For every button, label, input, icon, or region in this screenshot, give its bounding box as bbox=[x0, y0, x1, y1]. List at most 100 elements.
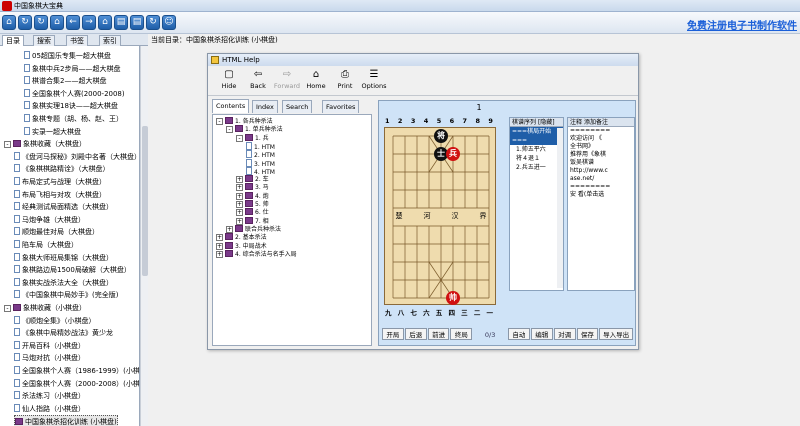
refresh-icon[interactable]: ↻ bbox=[34, 15, 48, 30]
control-button[interactable]: 保存 bbox=[576, 328, 599, 340]
tree-item[interactable]: 象棋实理18诀——超大棋盘 bbox=[24, 100, 118, 112]
move-item[interactable]: 2.兵五进一 bbox=[510, 163, 563, 172]
move-item[interactable]: 将４退１ bbox=[510, 154, 563, 163]
tree-item[interactable]: 象棋专题（胡、杨、赵、王） bbox=[24, 113, 123, 125]
tree-item[interactable]: 全国象棋个人赛(2000-2008) bbox=[24, 88, 125, 100]
xiangqi-board[interactable]: 楚河汉界 将士兵帅 bbox=[384, 127, 496, 305]
help-icon bbox=[211, 56, 219, 64]
expand-icon[interactable]: + bbox=[236, 209, 243, 217]
tab-bookmarks[interactable]: 书签 bbox=[66, 35, 88, 46]
expand-icon[interactable]: + bbox=[216, 250, 223, 258]
home-icon[interactable]: ⌂ bbox=[50, 15, 64, 30]
move-item[interactable]: 1.帅五平六 bbox=[510, 145, 563, 154]
tree-item[interactable]: 马炮对抗（小棋盘） bbox=[14, 352, 85, 364]
home-button[interactable]: ⌂ Home bbox=[301, 68, 331, 90]
back-button[interactable]: ⇦ Back bbox=[243, 68, 273, 90]
tree-item[interactable]: 棋谱合集2——超大棋盘 bbox=[24, 75, 106, 87]
tab-index[interactable]: Index bbox=[252, 100, 278, 113]
expand-icon[interactable]: + bbox=[216, 242, 223, 250]
tree-folder[interactable]: - 象棋收藏（小棋盘） bbox=[4, 302, 86, 314]
tree-item[interactable]: 杀法练习（小棋盘） bbox=[14, 390, 85, 402]
expand-icon[interactable]: + bbox=[236, 201, 243, 208]
book-icon[interactable]: ▤ bbox=[130, 15, 144, 30]
control-button[interactable]: 前进 bbox=[427, 328, 450, 340]
refresh-icon[interactable]: ↻ bbox=[146, 15, 160, 30]
tree-item[interactable]: 05超国乐专集一超大棋盘 bbox=[24, 50, 111, 62]
red-piece[interactable]: 兵 bbox=[446, 147, 460, 161]
book-icon[interactable]: ▤ bbox=[114, 15, 128, 30]
tree-item[interactable]: 全国象棋个人赛（2000-2008）(小棋盘) bbox=[14, 378, 139, 390]
tree-item[interactable]: 《盘河马探秘》刘殿中名著（大棋盘） bbox=[14, 151, 139, 163]
control-button[interactable]: 后退 bbox=[404, 328, 427, 340]
expand-icon[interactable]: + bbox=[216, 234, 223, 242]
tree-item[interactable]: 《象棋中局精妙战法》黄少龙 bbox=[14, 327, 113, 339]
tree-item[interactable]: 仙人指路（小棋盘） bbox=[14, 403, 85, 415]
page-icon bbox=[14, 290, 20, 299]
expand-icon[interactable]: + bbox=[236, 192, 243, 200]
expand-icon[interactable]: + bbox=[236, 217, 243, 225]
tab-contents[interactable]: Contents bbox=[212, 99, 250, 113]
contents-folder[interactable]: +4. 综合杀法与名手入局 bbox=[216, 249, 297, 259]
tree-item-label: 经典测试局面精选（大棋盘） bbox=[22, 203, 113, 212]
print-button[interactable]: ⎙ Print bbox=[330, 68, 360, 90]
tree-item[interactable]: 陷车局（大棋盘） bbox=[14, 239, 78, 251]
expand-icon[interactable]: + bbox=[236, 184, 243, 192]
add-note-tab[interactable]: 添加备注 bbox=[584, 119, 608, 126]
move-list-scrollbar[interactable] bbox=[557, 128, 563, 288]
control-button[interactable]: 导入导出 bbox=[599, 328, 634, 340]
tree-item[interactable]: 实录一超大棋盘 bbox=[24, 126, 81, 138]
tab-contents[interactable]: 目录 bbox=[2, 35, 24, 46]
control-button[interactable]: 终局 bbox=[450, 328, 473, 340]
black-piece[interactable]: 将 bbox=[434, 129, 448, 143]
expand-icon[interactable]: - bbox=[226, 126, 233, 134]
tree-item[interactable]: 《顺炮全集》（小棋盘） bbox=[14, 315, 96, 327]
tree-item[interactable]: 开局百科（小棋盘） bbox=[14, 340, 85, 352]
forward-icon[interactable]: → bbox=[82, 15, 96, 30]
expand-icon[interactable]: - bbox=[236, 134, 243, 142]
tree-item[interactable]: 象棋实战杀法大全（大棋盘） bbox=[14, 277, 113, 289]
notes-tab[interactable]: 注释 bbox=[570, 119, 582, 126]
tree-folder[interactable]: - 象棋收藏（大棋盘） bbox=[4, 138, 86, 150]
tree-folder[interactable]: 中国象棋杀招化训练 (小棋盘) bbox=[14, 415, 118, 426]
home-icon[interactable]: ⌂ bbox=[2, 15, 16, 30]
expand-icon[interactable]: - bbox=[4, 141, 11, 149]
control-button[interactable]: 自动 bbox=[508, 328, 530, 340]
tree-item[interactable]: 布局飞相与对攻（大棋盘） bbox=[14, 189, 106, 201]
home-icon[interactable]: ⌂ bbox=[98, 15, 112, 30]
expand-icon[interactable]: + bbox=[226, 225, 233, 233]
hide-toggle[interactable]: [隐藏] bbox=[538, 119, 555, 126]
hide-label: Hide bbox=[221, 82, 237, 90]
tree-item[interactable]: 象棋大师班局集锦（大棋盘） bbox=[14, 252, 113, 264]
tree-item[interactable]: 象棋中兵2步局——超大棋盘 bbox=[24, 63, 120, 75]
refresh-icon[interactable]: ↻ bbox=[18, 15, 32, 30]
options-button[interactable]: ☰ Options bbox=[359, 68, 389, 90]
tree-scrollbar[interactable] bbox=[140, 46, 148, 426]
promo-link[interactable]: 免费注册电子书制作软件 bbox=[687, 17, 797, 32]
tree-item[interactable]: 《中国象棋中局妙手》(完全版) bbox=[14, 289, 118, 301]
move-start[interactable]: ===棋局开始=== bbox=[510, 127, 563, 145]
tree-item[interactable]: 顺炮最佳对局（大棋盘） bbox=[14, 226, 99, 238]
tab-favorites[interactable]: Favorites bbox=[322, 100, 360, 113]
red-piece[interactable]: 帅 bbox=[446, 291, 460, 305]
file-label: 9 bbox=[488, 117, 493, 125]
smile-icon[interactable]: ☺ bbox=[162, 15, 176, 30]
tab-index[interactable]: 索引 bbox=[99, 35, 121, 46]
expand-icon[interactable]: - bbox=[216, 118, 223, 125]
tab-search[interactable]: Search bbox=[282, 100, 313, 113]
control-button[interactable]: 开局 bbox=[382, 328, 404, 340]
control-button[interactable]: 编辑 bbox=[530, 328, 553, 340]
board-title: 1 bbox=[476, 103, 482, 112]
expand-icon[interactable]: + bbox=[236, 176, 243, 184]
tree-item[interactable]: 经典测试局面精选（大棋盘） bbox=[14, 201, 113, 213]
tab-search[interactable]: 搜索 bbox=[33, 35, 55, 46]
tree-item[interactable]: 象棋路边局1500局破解（大棋盘） bbox=[14, 264, 131, 276]
tree-item[interactable]: 《象棋棋路精诠》（大棋盘） bbox=[14, 163, 110, 175]
hide-button[interactable]: ▢ Hide bbox=[214, 68, 244, 90]
tree-item[interactable]: 布局定式与战理（大棋盘） bbox=[14, 176, 106, 188]
back-icon[interactable]: ← bbox=[66, 15, 80, 30]
tree-item[interactable]: 全国象棋个人赛（1986-1999）(小棋盘) bbox=[14, 365, 139, 377]
tree-item[interactable]: 马炮争雄（大棋盘） bbox=[14, 214, 85, 226]
control-button[interactable]: 对调 bbox=[553, 328, 576, 340]
river-char: 界 bbox=[479, 212, 487, 220]
expand-icon[interactable]: - bbox=[4, 305, 11, 312]
